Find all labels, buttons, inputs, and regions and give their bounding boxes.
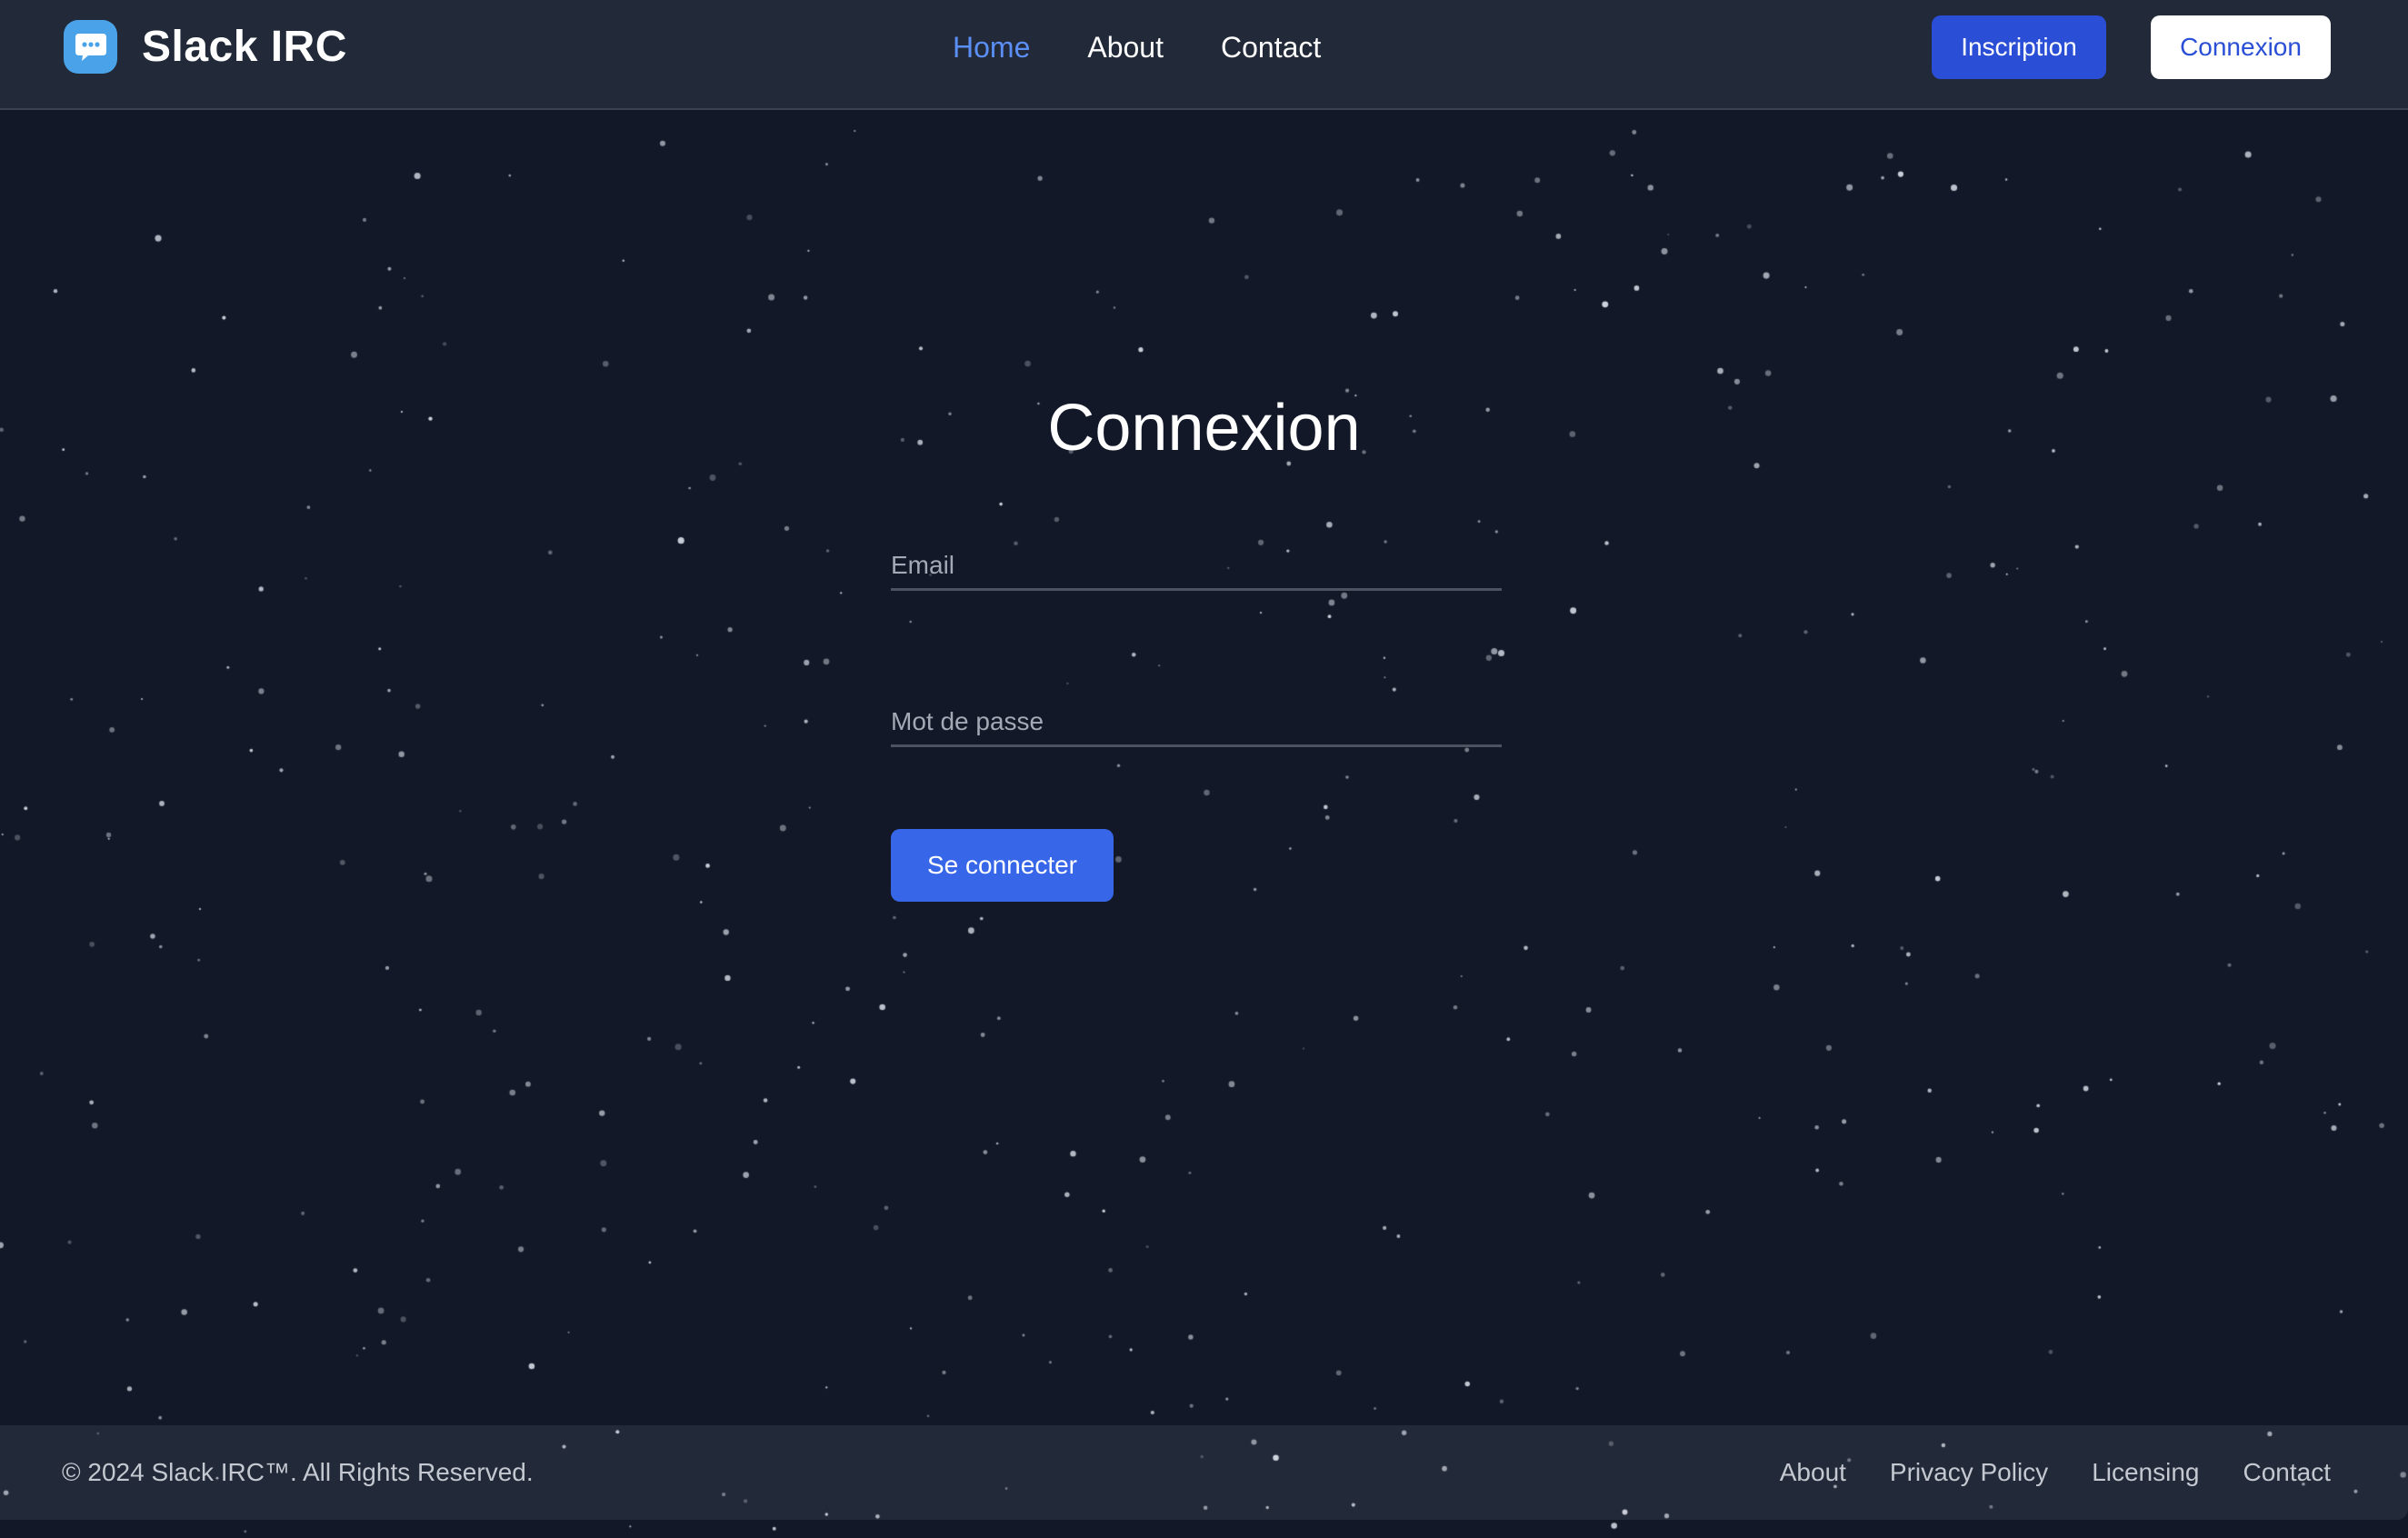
password-field bbox=[891, 698, 1502, 747]
chat-bubble-icon bbox=[64, 20, 117, 74]
brand[interactable]: Slack IRC bbox=[64, 20, 347, 74]
copyright-text: © 2024 Slack IRC™. All Rights Reserved. bbox=[62, 1458, 534, 1486]
footer-about-link[interactable]: About bbox=[1780, 1458, 1846, 1487]
signup-button[interactable]: Inscription bbox=[1932, 15, 2106, 79]
login-page: Slack IRC Home About Contact Inscription… bbox=[0, 0, 2408, 1538]
nav-about-link[interactable]: About bbox=[1087, 27, 1164, 67]
footer-links: About Privacy Policy Licensing Contact bbox=[1736, 1458, 2331, 1487]
footer-privacy-link[interactable]: Privacy Policy bbox=[1890, 1458, 2048, 1487]
password-input[interactable] bbox=[891, 698, 1502, 744]
brand-name: Slack IRC bbox=[142, 23, 347, 71]
form-title: Connexion bbox=[1047, 392, 1361, 464]
starfield-background bbox=[0, 0, 2408, 1538]
footer-licensing-link[interactable]: Licensing bbox=[2092, 1458, 2199, 1487]
login-button[interactable]: Connexion bbox=[2151, 15, 2331, 79]
email-input[interactable] bbox=[891, 542, 1502, 588]
main-nav: Home About Contact bbox=[953, 27, 1321, 67]
email-field bbox=[891, 542, 1502, 591]
submit-login-button[interactable]: Se connecter bbox=[891, 829, 1114, 902]
top-navbar: Slack IRC Home About Contact Inscription… bbox=[0, 0, 2408, 110]
footer-contact-link[interactable]: Contact bbox=[2243, 1458, 2332, 1487]
nav-contact-link[interactable]: Contact bbox=[1221, 27, 1321, 67]
nav-home-link[interactable]: Home bbox=[953, 27, 1030, 67]
